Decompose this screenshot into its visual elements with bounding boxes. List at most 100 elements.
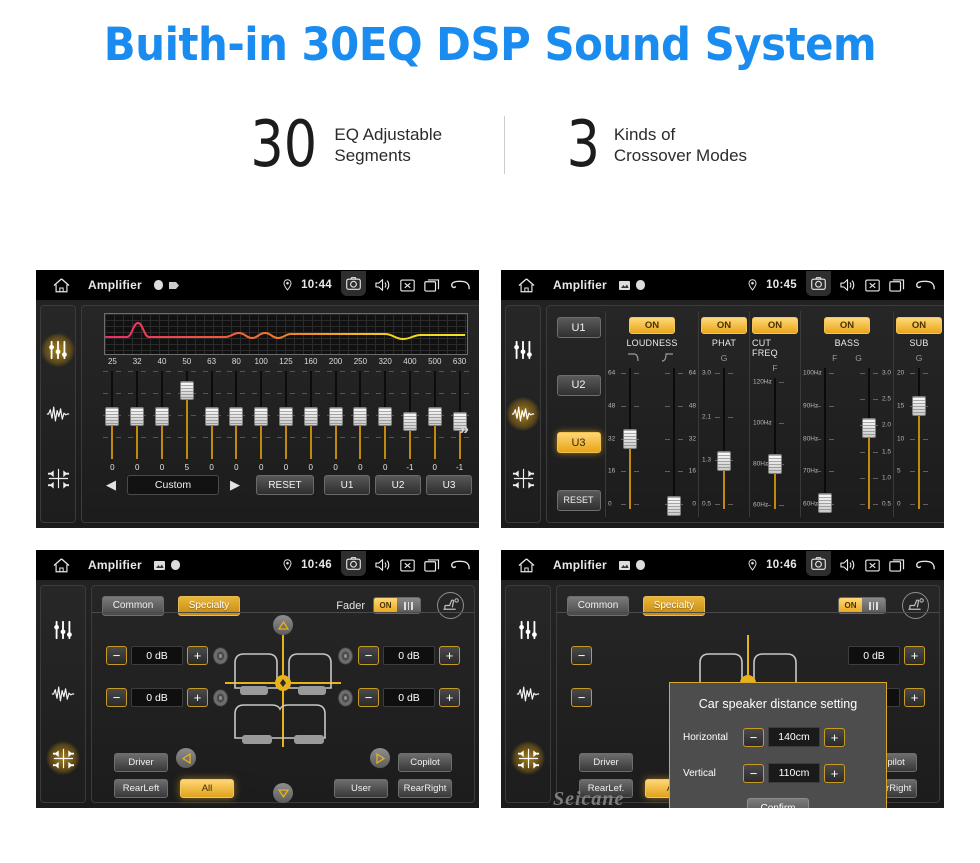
increase-button[interactable]: + [187, 688, 208, 707]
increase-button[interactable]: + [439, 646, 460, 665]
decrease-button[interactable]: − [743, 763, 764, 783]
increase-button[interactable]: + [824, 763, 845, 783]
fader-down-button[interactable] [273, 783, 293, 803]
slider-knob[interactable] [818, 492, 832, 513]
slider-knob[interactable] [154, 407, 169, 426]
equalizer-icon[interactable] [41, 333, 75, 367]
back-icon[interactable] [449, 278, 471, 292]
equalizer-icon[interactable] [46, 613, 80, 647]
fader-left-button[interactable] [176, 748, 196, 768]
crossover-slider[interactable]: 3.0 2.1 1.3 0.5 [702, 364, 746, 513]
eq-slider[interactable]: 0 [373, 367, 398, 472]
fader-right-button[interactable] [370, 748, 390, 768]
volume-icon[interactable] [375, 558, 391, 572]
crossover-preset-u2[interactable]: U2 [556, 374, 601, 396]
preset-name[interactable]: Custom [127, 475, 219, 495]
slider-knob[interactable] [667, 495, 681, 516]
decrease-button[interactable]: − [358, 688, 379, 707]
seat-button-all[interactable]: All [180, 779, 234, 798]
crossover-preset-u1[interactable]: U1 [556, 317, 601, 338]
slider-knob[interactable] [278, 407, 293, 426]
increase-button[interactable]: + [439, 688, 460, 707]
seat-button-copilot[interactable]: Copilot [398, 753, 452, 772]
back-icon[interactable] [914, 558, 936, 572]
toggle-on-button[interactable]: ON [752, 317, 798, 334]
waveform-icon[interactable] [41, 397, 75, 431]
toggle-on-button[interactable]: ON [701, 317, 747, 334]
increase-button[interactable]: + [824, 727, 845, 747]
increase-button[interactable]: + [904, 688, 925, 707]
reset-button[interactable]: RESET [256, 475, 314, 495]
slider-knob[interactable] [862, 418, 876, 439]
slider-knob[interactable] [229, 407, 244, 426]
eq-slider[interactable]: 0 [199, 367, 224, 472]
slider-knob[interactable] [768, 454, 782, 475]
volume-icon[interactable] [840, 558, 856, 572]
crossover-slider[interactable]: 100Hz 90Hz 80Hz 70Hz 60Hz [803, 364, 847, 513]
crossover-preset-reset[interactable]: RESET [556, 489, 601, 511]
preset-prev-button[interactable]: ◀ [100, 477, 122, 493]
home-icon[interactable] [44, 557, 78, 573]
preset-next-button[interactable]: ▶ [224, 477, 246, 493]
crossover-slider[interactable]: 3.0 2.5 2.0 1.5 1.0 0.5 [847, 364, 891, 513]
recents-icon[interactable] [889, 558, 905, 572]
waveform-icon[interactable] [506, 397, 540, 431]
crossover-slider[interactable]: 120Hz 100Hz 80Hz 60Hz [753, 374, 797, 513]
home-icon[interactable] [509, 557, 543, 573]
slider-knob[interactable] [353, 407, 368, 426]
crossover-slider[interactable]: 64 48 32 16 0 [652, 364, 696, 516]
increase-button[interactable]: + [904, 646, 925, 665]
eq-slider[interactable]: -1 [398, 367, 423, 472]
decrease-button[interactable]: − [106, 688, 127, 707]
balance-icon[interactable] [506, 461, 540, 495]
eq-slider[interactable]: 0 [249, 367, 274, 472]
balance-icon[interactable] [46, 741, 80, 775]
toggle-on-button[interactable]: ON [896, 317, 942, 334]
eq-slider[interactable]: 0 [298, 367, 323, 472]
balance-icon[interactable] [41, 461, 75, 495]
slider-knob[interactable] [303, 407, 318, 426]
balance-icon[interactable] [511, 741, 545, 775]
seat-button-user[interactable]: User [334, 779, 388, 798]
preset-u1-button[interactable]: U1 [324, 475, 370, 495]
eq-slider[interactable]: 0 [125, 367, 150, 472]
slider-knob[interactable] [204, 407, 219, 426]
slider-knob[interactable] [378, 407, 393, 426]
decrease-button[interactable]: − [571, 646, 592, 665]
close-box-icon[interactable] [865, 559, 880, 572]
crossover-preset-u3[interactable]: U3 [556, 432, 601, 454]
slider-knob[interactable] [328, 407, 343, 426]
slider-knob[interactable] [912, 395, 926, 416]
eq-slider[interactable]: 0 [323, 367, 348, 472]
decrease-button[interactable]: − [743, 727, 764, 747]
camera-icon[interactable] [341, 270, 366, 296]
slider-knob[interactable] [717, 450, 731, 471]
car-seat-icon[interactable] [437, 592, 464, 619]
slider-knob[interactable] [623, 428, 637, 449]
car-seat-icon[interactable] [902, 592, 929, 619]
volume-icon[interactable] [375, 278, 391, 292]
slider-knob[interactable] [254, 407, 269, 426]
eq-slider[interactable]: 0 [348, 367, 373, 472]
recents-icon[interactable] [424, 558, 440, 572]
eq-slider[interactable]: 0 [150, 367, 175, 472]
increase-button[interactable]: + [187, 646, 208, 665]
crossover-slider[interactable]: 20 15 10 5 0 [897, 364, 941, 513]
slider-knob[interactable] [179, 381, 194, 400]
chevron-right-icon[interactable]: » [460, 419, 469, 439]
seat-button-driver[interactable]: Driver [579, 753, 633, 772]
camera-icon[interactable] [806, 270, 831, 296]
eq-slider[interactable]: 0 [224, 367, 249, 472]
eq-slider[interactable]: 0 [422, 367, 447, 472]
equalizer-icon[interactable] [506, 333, 540, 367]
crossover-slider[interactable]: 64 48 32 16 0 [608, 364, 652, 513]
seat-button-driver[interactable]: Driver [114, 753, 168, 772]
camera-icon[interactable] [341, 550, 366, 576]
fader-up-button[interactable] [273, 615, 293, 635]
close-box-icon[interactable] [865, 279, 880, 292]
eq-slider[interactable]: 0 [274, 367, 299, 472]
slider-knob[interactable] [402, 412, 417, 432]
camera-icon[interactable] [806, 550, 831, 576]
confirm-button[interactable]: Confirm [747, 798, 809, 808]
seat-button-rearleft[interactable]: RearLeft [114, 779, 168, 798]
